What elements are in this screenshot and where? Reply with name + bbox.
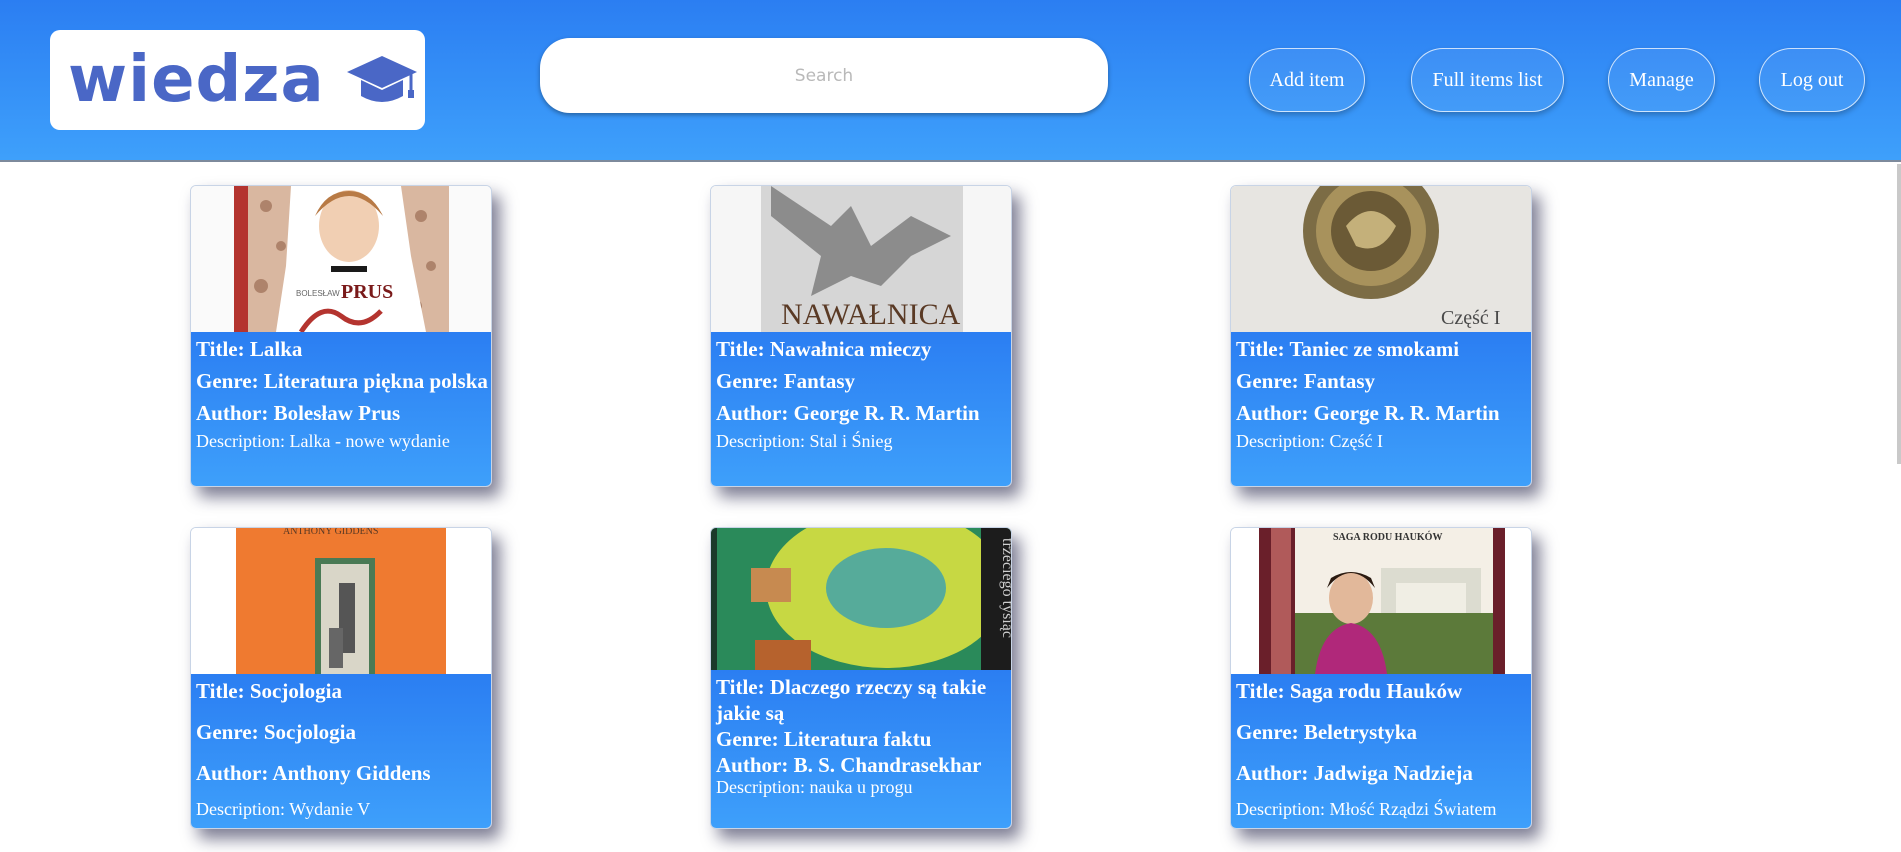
- book-card[interactable]: BOLESŁAW PRUS Title: Lalka Genre: Litera…: [190, 185, 492, 487]
- book-genre: Genre: Socjologia: [196, 720, 357, 744]
- manage-button[interactable]: Manage: [1608, 48, 1715, 112]
- book-info-panel: Title: Saga rodu Hauków Genre: Beletryst…: [1231, 674, 1531, 828]
- book-info-panel: Title: Lalka Genre: Literatura piękna po…: [191, 332, 491, 486]
- book-description: Description: Wydanie V: [196, 799, 371, 819]
- book-card[interactable]: ANTHONY GIDDENS Title: Socjologia Genre:…: [190, 527, 492, 829]
- book-title: Title: Dlaczego rzeczy są takie jakie są: [716, 675, 987, 725]
- search-input[interactable]: [540, 38, 1108, 113]
- book-genre: Genre: Fantasy: [1236, 369, 1376, 393]
- book-title: Title: Nawałnica mieczy: [716, 337, 932, 361]
- logo[interactable]: wiedza: [50, 30, 425, 130]
- cover-text: trzeciego tysiąc: [999, 538, 1012, 638]
- book-cover: SAGA RODU HAUKÓW: [1231, 528, 1531, 674]
- scrollbar[interactable]: [1897, 164, 1901, 464]
- book-genre: Genre: Literatura piękna polska: [196, 369, 488, 393]
- book-author: Author: George R. R. Martin: [1236, 401, 1500, 425]
- book-title: Title: Lalka: [196, 337, 303, 361]
- book-author: Author: Jadwiga Nadzieja: [1236, 761, 1473, 785]
- full-items-list-button[interactable]: Full items list: [1411, 48, 1564, 112]
- top-header: wiedza Add item Full items list Manage L…: [0, 0, 1901, 162]
- book-description: Description: Młość Rządzi Światem: [1236, 799, 1497, 819]
- book-title: Title: Saga rodu Hauków: [1236, 679, 1463, 703]
- book-cover: NAWAŁNICA: [711, 186, 1011, 332]
- graduation-cap-icon: [346, 56, 417, 102]
- svg-text:PRUS: PRUS: [341, 281, 393, 303]
- logo-text: wiedza: [68, 43, 325, 117]
- book-card[interactable]: SAGA RODU HAUKÓW Title: Saga rodu Hauków…: [1230, 527, 1532, 829]
- book-title: Title: Taniec ze smokami: [1236, 337, 1460, 361]
- book-card[interactable]: trzeciego tysiąc Title: Dlaczego rzeczy …: [710, 527, 1012, 829]
- cover-text: SAGA RODU HAUKÓW: [1333, 531, 1442, 543]
- book-card[interactable]: Część I Title: Taniec ze smokami Genre: …: [1230, 185, 1532, 487]
- book-description: Description: nauka u progu: [716, 777, 913, 797]
- book-title: Title: Socjologia: [196, 679, 343, 703]
- book-description: Description: Część I: [1236, 431, 1383, 451]
- book-description: Description: Stal i Śnieg: [716, 431, 893, 451]
- book-info-panel: Title: Socjologia Genre: Socjologia Auth…: [191, 674, 491, 828]
- book-author: Author: George R. R. Martin: [716, 401, 980, 425]
- book-author: Author: B. S. Chandrasekhar: [716, 753, 982, 777]
- book-genre: Genre: Beletrystyka: [1236, 720, 1417, 744]
- cover-text: NAWAŁNICA: [781, 298, 961, 331]
- cover-text: Część I: [1441, 307, 1500, 329]
- book-author: Author: Anthony Giddens: [196, 761, 431, 785]
- book-author: Author: Bolesław Prus: [196, 401, 401, 425]
- book-cover: Część I: [1231, 186, 1531, 332]
- log-out-button[interactable]: Log out: [1759, 48, 1865, 112]
- book-genre: Genre: Fantasy: [716, 369, 856, 393]
- book-info-panel: Title: Nawałnica mieczy Genre: Fantasy A…: [711, 332, 1011, 486]
- book-cover: trzeciego tysiąc: [711, 528, 1012, 670]
- book-cover: BOLESŁAW PRUS: [191, 186, 491, 332]
- add-item-button[interactable]: Add item: [1249, 48, 1365, 112]
- book-info-panel: Title: Taniec ze smokami Genre: Fantasy …: [1231, 332, 1531, 486]
- book-info-panel: Title: Dlaczego rzeczy są takie jakie są…: [711, 670, 1011, 828]
- book-card[interactable]: NAWAŁNICA Title: Nawałnica mieczy Genre:…: [710, 185, 1012, 487]
- book-genre: Genre: Literatura faktu: [716, 727, 932, 751]
- book-cover: ANTHONY GIDDENS: [191, 528, 491, 674]
- cover-text: ANTHONY GIDDENS: [283, 528, 378, 537]
- book-description: Description: Lalka - nowe wydanie: [196, 431, 450, 451]
- cover-text: BOLESŁAW: [296, 289, 340, 298]
